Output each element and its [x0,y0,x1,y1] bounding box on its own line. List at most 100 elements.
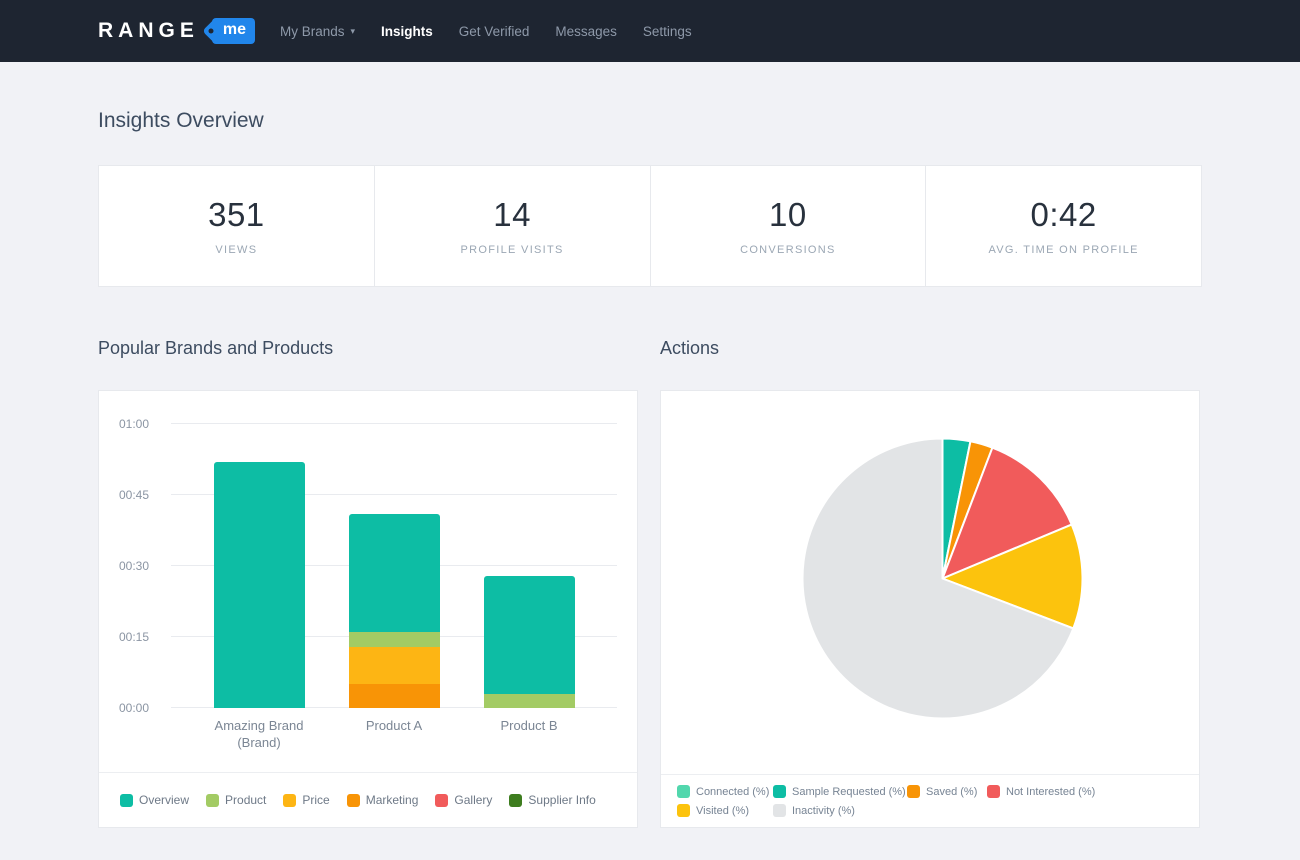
page-title: Insights Overview [98,108,1202,134]
legend-item-visited[interactable]: Visited (%) [677,804,773,817]
legend-item-overview[interactable]: Overview [120,793,189,807]
logo-me-text: me [223,21,246,38]
main-content: Insights Overview 351 VIEWS 14 PROFILE VISI… [0,108,1300,828]
x-axis-label: Amazing Brand(Brand) [192,717,327,751]
stat-value: 10 [769,196,807,234]
y-tick-label: 00:00 [99,701,149,715]
bar-y-axis: 00:0000:1500:3000:4501:00 [99,396,171,708]
stat-label: VIEWS [215,244,257,256]
nav-item-get-verified[interactable]: Get Verified [459,24,530,39]
legend-swatch [347,794,360,807]
stat-value: 14 [493,196,531,234]
stat-value: 0:42 [1031,196,1097,234]
legend-item-inactivity[interactable]: Inactivity (%) [773,804,907,817]
stat-card-profile-visits: 14 PROFILE VISITS [375,166,651,286]
bar-segment-marketing [349,684,440,708]
legend-item-sample-requested[interactable]: Sample Requested (%) [773,785,907,798]
nav-menu: My Brands ▾ Insights Get Verified Messages Se… [280,24,692,39]
legend-label: Connected (%) [696,786,769,798]
y-tick-label: 01:00 [99,417,149,431]
legend-label: Marketing [366,793,419,807]
legend-swatch [677,804,690,817]
legend-item-supplier-info[interactable]: Supplier Info [509,793,595,807]
bar-segment-price [349,647,440,685]
legend-swatch [677,785,690,798]
x-axis-label: Product A [327,717,462,751]
nav-item-label: Insights [381,24,433,39]
y-tick-label: 00:30 [99,559,149,573]
legend-item-gallery[interactable]: Gallery [435,793,492,807]
legend-swatch [509,794,522,807]
legend-swatch [773,804,786,817]
bar-segment-overview [214,462,305,708]
bar-x-labels: Amazing Brand(Brand)Product AProduct B [171,717,617,751]
stat-card-conversions: 10 CONVERSIONS [651,166,927,286]
stat-card-views: 351 VIEWS [99,166,375,286]
legend-swatch [773,785,786,798]
bar-column-amazing-brand-brand [192,462,327,708]
bars-row [171,396,617,708]
legend-item-saved[interactable]: Saved (%) [907,785,987,798]
bar-column-product-b [462,576,597,708]
rangeme-logo[interactable]: RANGE me [98,18,255,44]
legend-swatch [283,794,296,807]
legend-label: Product [225,793,266,807]
stats-row: 351 VIEWS 14 PROFILE VISITS 10 CONVERSIONS 0:4… [98,165,1202,287]
bar-segment-overview [484,576,575,694]
legend-swatch [206,794,219,807]
bar-chart-body: 00:00 00:15 00:30 00:45 01:00 Amazing Brand(… [99,391,637,751]
stat-label: AVG. TIME ON PROFILE [988,244,1138,256]
nav-item-label: My Brands [280,24,345,39]
bar-chart-card: 00:00 00:15 00:30 00:45 01:00 Amazing Brand(… [98,390,638,828]
legend-item-price[interactable]: Price [283,793,329,807]
legend-swatch [435,794,448,807]
actions-section: Actions Connected (%) Sample Requested (%… [660,337,1200,828]
legend-label: Not Interested (%) [1006,786,1095,798]
pie-legend: Connected (%) Sample Requested (%) Saved (… [661,774,1199,827]
legend-label: Visited (%) [696,805,749,817]
stat-value: 351 [208,196,265,234]
legend-swatch [987,785,1000,798]
legend-item-product[interactable]: Product [206,793,266,807]
pie-chart-card: Connected (%) Sample Requested (%) Saved (… [660,390,1200,828]
legend-label: Inactivity (%) [792,805,855,817]
legend-item-marketing[interactable]: Marketing [347,793,419,807]
legend-label: Saved (%) [926,786,977,798]
pie-area [661,391,1199,774]
nav-item-settings[interactable]: Settings [643,24,692,39]
stat-label: PROFILE VISITS [461,244,564,256]
legend-item-not-interested[interactable]: Not Interested (%) [987,785,1183,798]
bar-product-b [484,576,575,708]
charts-row: Popular Brands and Products 00:0000:1500… [98,337,1202,828]
legend-label: Overview [139,793,189,807]
pie-svg [800,436,1085,721]
y-tick-label: 00:45 [99,488,149,502]
popular-brands-title: Popular Brands and Products [98,337,638,359]
stat-label: CONVERSIONS [740,244,836,256]
legend-label: Sample Requested (%) [792,786,906,798]
top-nav: RANGE me My Brands▾InsightsGet VerifiedM… [0,0,1300,62]
legend-label: Price [302,793,329,807]
bar-segment-overview [349,514,440,632]
nav-item-messages[interactable]: Messages [555,24,617,39]
bar-product-a [349,514,440,708]
nav-item-label: Messages [555,24,617,39]
actions-title: Actions [660,337,1200,359]
chevron-down-icon: ▾ [351,27,356,36]
bar-plot-area: Amazing Brand(Brand)Product AProduct B [171,396,617,751]
bar-column-product-a [327,514,462,708]
bar-legend: Overview Product Price Marketing Gallery Supp… [99,772,637,827]
nav-item-label: Settings [643,24,692,39]
legend-swatch [120,794,133,807]
nav-item-my-brands[interactable]: My Brands ▾ [280,24,355,39]
bar-plot [171,396,617,708]
logo-me-tag: me [212,18,255,44]
stat-card-avg-time-on-profile: 0:42 AVG. TIME ON PROFILE [926,166,1201,286]
legend-label: Supplier Info [528,793,595,807]
legend-item-connected[interactable]: Connected (%) [677,785,773,798]
nav-item-label: Get Verified [459,24,530,39]
y-tick-label: 00:15 [99,630,149,644]
legend-swatch [907,785,920,798]
x-axis-label: Product B [462,717,597,751]
nav-item-insights[interactable]: Insights [381,24,433,39]
